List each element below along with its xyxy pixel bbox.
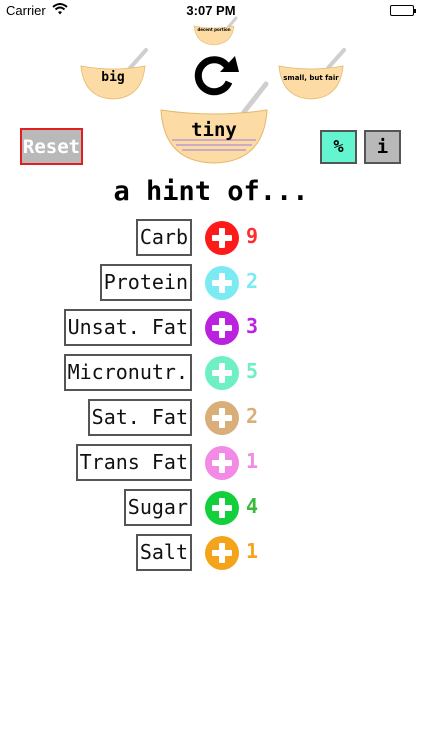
percent-button[interactable]: % bbox=[320, 130, 357, 164]
nutrient-label[interactable]: Sat. Fat bbox=[87, 399, 192, 436]
info-button[interactable]: i bbox=[364, 130, 401, 164]
battery-icon bbox=[390, 5, 416, 16]
nutrient-row-sugar: Sugar 4 bbox=[0, 489, 422, 526]
nutrient-label[interactable]: Trans Fat bbox=[75, 444, 192, 481]
plus-icon[interactable] bbox=[205, 536, 239, 570]
nutrient-row-protein: Protein 2 bbox=[0, 264, 422, 301]
status-bar: Carrier 3:07 PM bbox=[0, 0, 422, 22]
nutrient-count: 9 bbox=[246, 224, 259, 248]
nutrient-label[interactable]: Salt bbox=[135, 534, 192, 571]
bowl-decent-portion[interactable]: decent portion bbox=[192, 16, 238, 46]
nutrient-row-salt: Salt 1 bbox=[0, 534, 422, 571]
portion-heading: a hint of... bbox=[113, 176, 309, 207]
nutrient-row-unsat-fat: Unsat. Fat 3 bbox=[0, 309, 422, 346]
nutrient-row-micronutr: Micronutr. 5 bbox=[0, 354, 422, 391]
bowl-big[interactable]: big bbox=[80, 48, 148, 100]
bowl-label: small, but fair bbox=[283, 74, 339, 82]
nutrient-count: 4 bbox=[246, 494, 259, 518]
reset-button[interactable]: Reset bbox=[20, 128, 83, 165]
nutrient-count: 2 bbox=[246, 269, 259, 293]
plus-icon[interactable] bbox=[205, 266, 239, 300]
nutrient-count: 2 bbox=[246, 404, 259, 428]
plus-icon[interactable] bbox=[205, 221, 239, 255]
plus-icon[interactable] bbox=[205, 356, 239, 390]
bowl-tiny[interactable]: tiny bbox=[160, 81, 269, 164]
bowl-small-but-fair[interactable]: small, but fair bbox=[278, 48, 346, 100]
nutrient-label[interactable]: Protein bbox=[99, 264, 192, 301]
bowl-label: decent portion bbox=[197, 27, 231, 32]
nutrient-label[interactable]: Carb bbox=[135, 219, 192, 256]
status-time: 3:07 PM bbox=[186, 3, 236, 18]
plus-icon[interactable] bbox=[205, 446, 239, 480]
nutrient-count: 1 bbox=[246, 449, 259, 473]
nutrient-count: 1 bbox=[246, 539, 259, 563]
plus-icon[interactable] bbox=[205, 491, 239, 525]
plus-icon[interactable] bbox=[205, 311, 239, 345]
nutrient-label[interactable]: Sugar bbox=[123, 489, 192, 526]
plus-icon[interactable] bbox=[205, 401, 239, 435]
nutrient-label[interactable]: Unsat. Fat bbox=[63, 309, 192, 346]
nutrient-count: 3 bbox=[246, 314, 259, 338]
nutrient-row-carb: Carb 9 bbox=[0, 219, 422, 256]
bowl-label: big bbox=[101, 70, 125, 85]
nutrient-label[interactable]: Micronutr. bbox=[63, 354, 192, 391]
nutrient-row-trans-fat: Trans Fat 1 bbox=[0, 444, 422, 481]
nutrient-row-sat-fat: Sat. Fat 2 bbox=[0, 399, 422, 436]
bowl-label: tiny bbox=[191, 119, 237, 141]
nutrient-count: 5 bbox=[246, 359, 259, 383]
